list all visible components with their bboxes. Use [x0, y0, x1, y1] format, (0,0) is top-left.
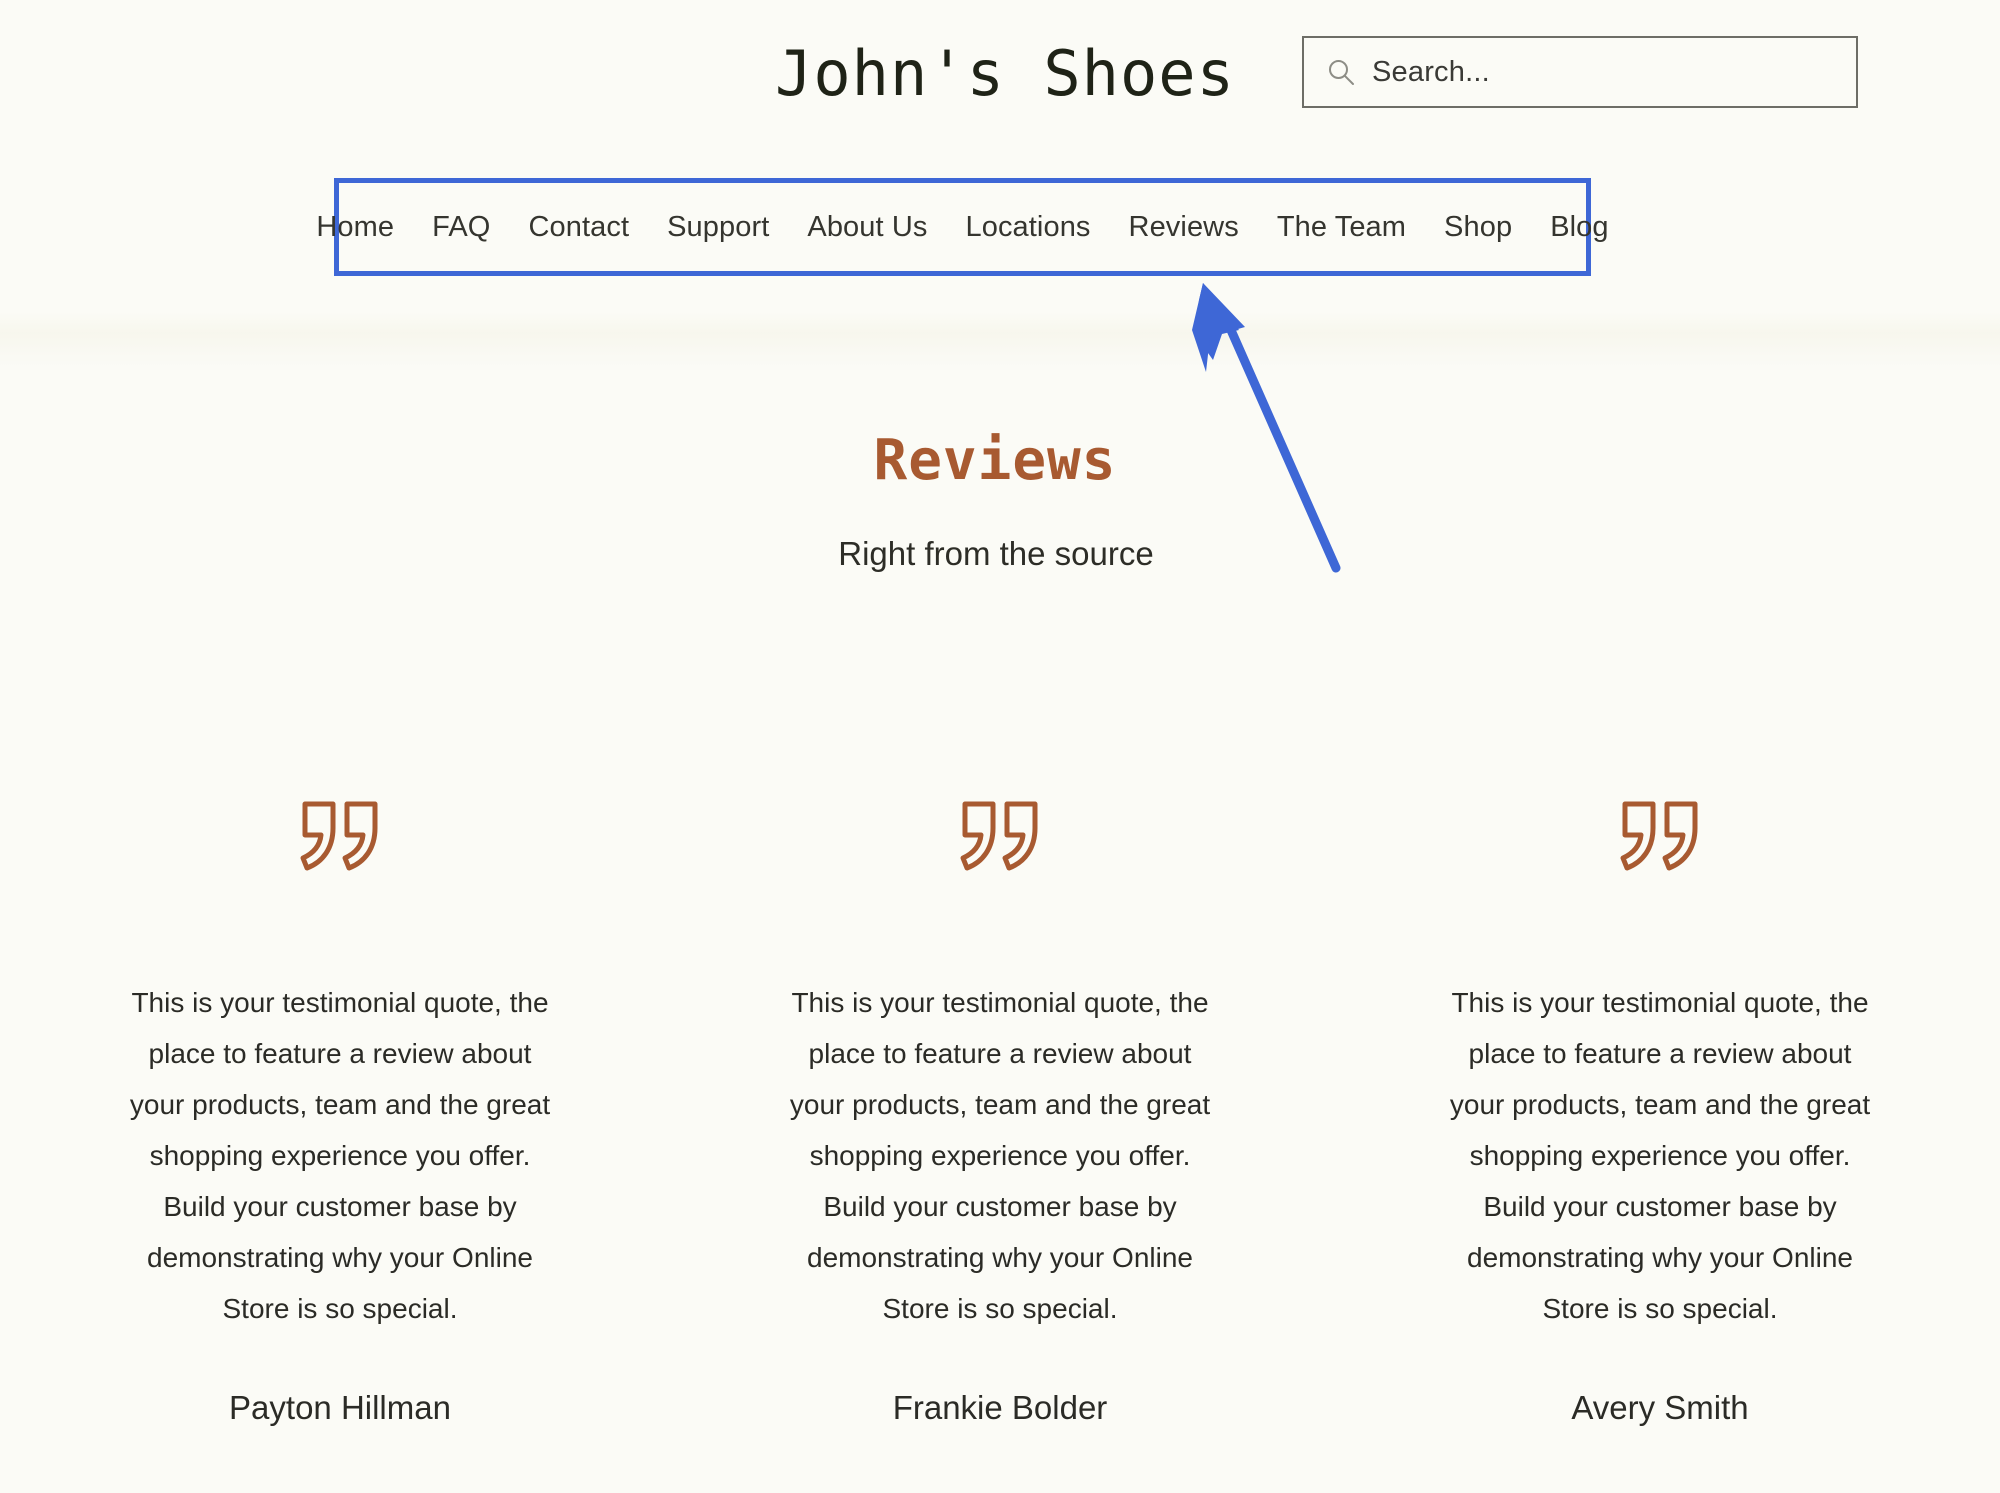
page-subtitle: Right from the source	[838, 535, 1154, 572]
testimonial-card: This is your testimonial quote, the plac…	[60, 800, 620, 1427]
nav-item-locations[interactable]: Locations	[946, 211, 1109, 244]
nav-highlight-box: Home FAQ Contact Support About Us Locati…	[316, 178, 1609, 276]
search-icon	[1326, 57, 1356, 87]
nav-item-reviews[interactable]: Reviews	[1110, 211, 1258, 244]
testimonial-card: This is your testimonial quote, the plac…	[720, 800, 1280, 1427]
testimonial-text: This is your testimonial quote, the plac…	[1449, 987, 1871, 1324]
nav-item-support[interactable]: Support	[648, 211, 788, 244]
nav-item-faq[interactable]: FAQ	[413, 211, 509, 244]
testimonial-card: This is your testimonial quote, the plac…	[1380, 800, 1940, 1427]
testimonial-text: This is your testimonial quote, the plac…	[129, 987, 551, 1324]
quote-mark-icon	[1619, 800, 1701, 872]
quote-mark-icon	[959, 800, 1041, 872]
main-navigation: Home FAQ Contact Support About Us Locati…	[316, 183, 1608, 271]
nav-item-shop[interactable]: Shop	[1425, 211, 1531, 244]
testimonial-author: Avery Smith	[1571, 1389, 1749, 1426]
search-placeholder-text: Search...	[1372, 55, 1490, 88]
testimonial-author: Frankie Bolder	[892, 1389, 1108, 1426]
site-header: John's Shoes Search...	[0, 0, 2000, 165]
nav-item-the-team[interactable]: The Team	[1258, 211, 1425, 244]
nav-item-contact[interactable]: Contact	[509, 211, 648, 244]
page-title: Reviews	[873, 428, 1117, 493]
nav-item-home[interactable]: Home	[297, 211, 413, 244]
quote-mark-icon	[299, 800, 381, 872]
testimonial-author: Payton Hillman	[229, 1389, 451, 1426]
decorative-ghost-band	[0, 312, 2000, 368]
nav-item-about-us[interactable]: About Us	[788, 211, 946, 244]
nav-item-blog[interactable]: Blog	[1531, 211, 1627, 244]
search-input[interactable]: Search...	[1302, 36, 1858, 108]
testimonial-text: This is your testimonial quote, the plac…	[789, 987, 1211, 1324]
testimonials-section: This is your testimonial quote, the plac…	[0, 800, 2000, 1427]
